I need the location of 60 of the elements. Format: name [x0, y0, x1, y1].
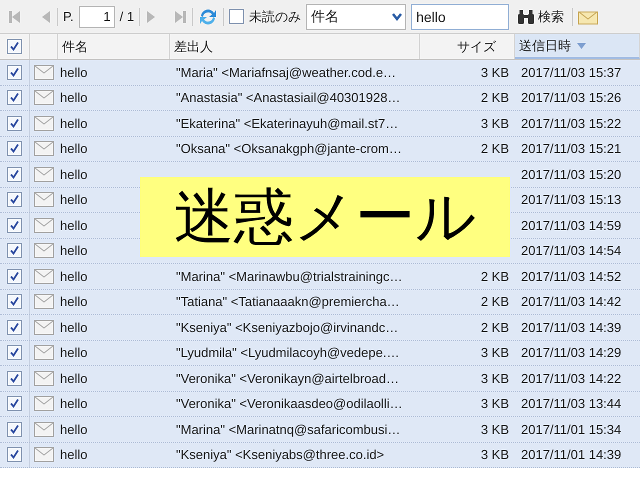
size-text: 2 KB [480, 320, 509, 334]
page-label: P. [63, 8, 74, 26]
date-text: 2017/11/03 15:13 [521, 192, 622, 207]
sender-text: "Maria" <Mariafnsaj@weather.cod.e… [176, 64, 396, 80]
date-text: 2017/11/03 14:29 [521, 345, 622, 360]
sender-text: "Veronika" <Veronikaasdeo@odilaolli… [176, 396, 403, 411]
size-text: 3 KB [480, 370, 509, 386]
size-text: 2 KB [480, 268, 509, 284]
sender-text: "Marina" <Marinatnq@safaricombusi… [176, 422, 400, 436]
sender-text: "Lyudmila" <Lyudmilacoyh@vedepe.… [176, 345, 400, 360]
size-text: 3 KB [480, 447, 509, 462]
subject-text: hello [60, 243, 88, 258]
size-text: 2 KB [480, 294, 509, 309]
date-text: 2017/11/03 15:37 [521, 64, 622, 80]
subject-text: hello [60, 64, 88, 80]
subject-text: hello [60, 345, 88, 360]
sender-text: "Marina" <Marinawbu@trialstrainingc… [176, 268, 403, 284]
date-text: 2017/11/01 15:34 [521, 422, 622, 436]
subject-text: hello [60, 141, 88, 156]
sender-text: "Veronika" <Veronikayn@airtelbroad… [176, 370, 399, 386]
size-text: 3 KB [480, 64, 509, 80]
subject-text: hello [60, 396, 88, 411]
sender-text: "Anastasia" <Anastasiail@40301928… [176, 90, 400, 105]
size-text: 2 KB [480, 90, 509, 105]
subject-text: hello [60, 90, 88, 105]
subject-text: hello [60, 268, 88, 284]
sender-text: "Ekaterina" <Ekaterinayuh@mail.st7… [176, 116, 398, 130]
page-total: / 1 [120, 8, 134, 26]
date-text: 2017/11/03 15:26 [521, 90, 622, 105]
date-text: 2017/11/03 14:39 [521, 320, 622, 334]
size-text: 3 KB [480, 116, 509, 130]
size-text: 3 KB [480, 396, 509, 411]
size-text: 3 KB [480, 345, 509, 360]
date-text: 2017/11/03 13:44 [521, 396, 622, 411]
unread-only-label: 未読のみ [249, 8, 302, 26]
date-text: 2017/11/03 14:42 [521, 294, 622, 309]
size-text: 2 KB [480, 141, 509, 156]
subject-text: hello [60, 218, 88, 232]
subject-text: hello [60, 192, 88, 207]
subject-text: hello [60, 294, 88, 309]
spam-label-toast: 迷惑メール [140, 177, 510, 257]
size-text: 3 KB [480, 422, 509, 436]
date-text: 2017/11/03 14:59 [521, 218, 622, 232]
date-text: 2017/11/03 14:52 [521, 268, 622, 284]
subject-text: hello [60, 422, 88, 436]
date-text: 2017/11/03 14:22 [521, 370, 622, 386]
subject-text: hello [60, 166, 88, 182]
subject-text: hello [60, 370, 88, 386]
subject-text: hello [60, 447, 88, 462]
date-text: 2017/11/03 14:54 [521, 243, 622, 258]
sender-text: "Kseniya" <Kseniyazbojo@irvinandc… [176, 320, 398, 334]
date-text: 2017/11/03 15:21 [521, 141, 622, 156]
date-text: 2017/11/03 15:20 [521, 166, 622, 182]
date-text: 2017/11/01 14:39 [521, 447, 622, 462]
date-text: 2017/11/03 15:22 [521, 116, 622, 130]
sender-text: "Kseniya" <Kseniyabs@three.co.id> [176, 447, 384, 462]
sender-text: "Tatiana" <Tatianaaakn@premiercha… [176, 294, 400, 309]
sender-text: "Oksana" <Oksanakgph@jante-crom… [176, 141, 402, 156]
subject-text: hello [60, 320, 88, 334]
subject-text: hello [60, 116, 88, 130]
